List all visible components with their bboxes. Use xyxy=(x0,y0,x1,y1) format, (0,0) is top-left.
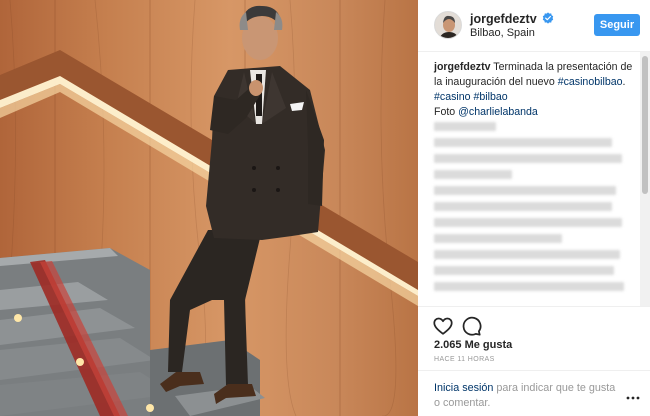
blurred-comment-line xyxy=(434,202,612,211)
post-photo[interactable] xyxy=(0,0,418,416)
instagram-post: jorgefdeztv Bilbao, Spain Seguir jorgefd… xyxy=(0,0,650,416)
caption-hashtag-casino[interactable]: #casino xyxy=(434,91,471,103)
caption-hashtag-casinobilbao[interactable]: #casinobilbao xyxy=(558,76,623,88)
blurred-comment-line xyxy=(434,122,496,131)
post-caption: jorgefdeztv Terminada la presentación de… xyxy=(434,60,636,120)
avatar-image xyxy=(435,12,461,38)
comment-bubble-icon[interactable] xyxy=(460,315,482,337)
post-details-panel: jorgefdeztv Bilbao, Spain Seguir jorgefd… xyxy=(418,0,650,416)
blurred-comment-line xyxy=(434,234,562,243)
post-timestamp: HACE 11 HORAS xyxy=(434,356,495,363)
caption-photo-credit-prefix: Foto xyxy=(434,106,456,118)
blurred-comment-line xyxy=(434,154,622,163)
post-actions xyxy=(418,306,650,342)
caption-punctuation: . xyxy=(622,76,626,88)
caption-username[interactable]: jorgefdeztv xyxy=(434,61,491,73)
login-prompt: Inicia sesión para indicar que te gusta … xyxy=(418,370,650,416)
blurred-comment-line xyxy=(434,138,612,147)
blurred-comment-line xyxy=(434,186,616,195)
blurred-comment-line xyxy=(434,218,622,227)
blurred-comment-line xyxy=(434,282,624,291)
header-username[interactable]: jorgefdeztv xyxy=(470,12,537,26)
scrollbar-thumb[interactable] xyxy=(642,56,648,194)
verified-badge-icon xyxy=(542,12,554,24)
blurred-comment-line xyxy=(434,266,614,275)
photo-illustration xyxy=(0,0,418,416)
heart-icon[interactable] xyxy=(432,315,454,337)
follow-button[interactable]: Seguir xyxy=(594,14,640,36)
blurred-comment-line xyxy=(434,250,620,259)
avatar[interactable] xyxy=(434,11,462,39)
post-header: jorgefdeztv Bilbao, Spain Seguir xyxy=(418,0,650,52)
comments-scrollbar[interactable] xyxy=(640,52,650,306)
comments-section[interactable]: jorgefdeztv Terminada la presentación de… xyxy=(418,52,650,306)
more-options-icon[interactable] xyxy=(626,395,640,401)
caption-hashtag-bilbao[interactable]: #bilbao xyxy=(473,91,507,103)
header-location[interactable]: Bilbao, Spain xyxy=(470,27,535,39)
caption-photo-credit-user[interactable]: @charlielabanda xyxy=(458,106,538,118)
likes-count[interactable]: 2.065 Me gusta xyxy=(434,339,512,351)
login-prompt-text-block: Inicia sesión para indicar que te gusta … xyxy=(434,381,624,411)
blurred-comment-line xyxy=(434,170,512,179)
login-link[interactable]: Inicia sesión xyxy=(434,382,493,394)
